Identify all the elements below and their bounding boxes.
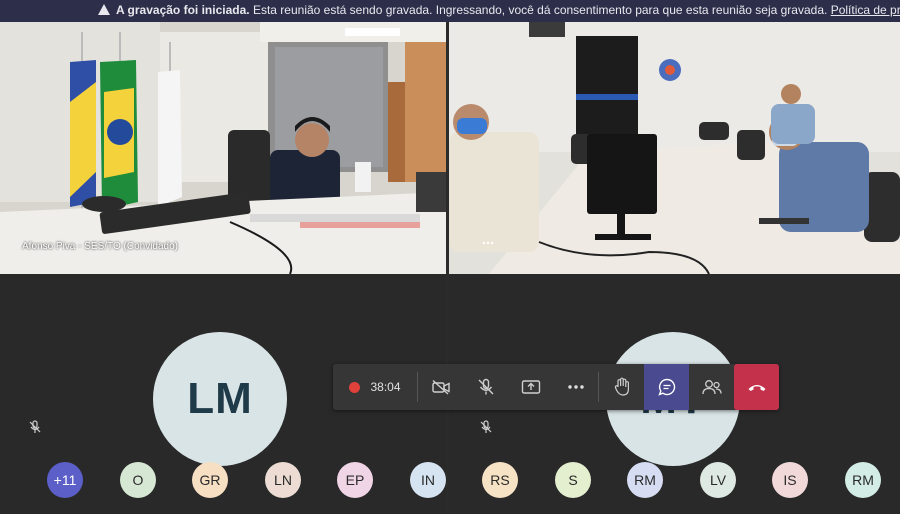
camera-toggle-button[interactable]: [418, 364, 463, 410]
recording-timer: 38:04: [370, 380, 401, 394]
mic-off-icon: [478, 378, 493, 395]
participant-chip[interactable]: LV: [700, 462, 736, 498]
warning-icon: [98, 4, 110, 15]
camera-off-icon: [431, 379, 450, 395]
participant-chip[interactable]: RM: [627, 462, 663, 498]
participant-chip[interactable]: IS: [772, 462, 808, 498]
share-tray-icon: [521, 380, 540, 394]
leave-call-button[interactable]: [734, 364, 779, 410]
participant-strip: +11 O GR LN EP IN RS S RM LV IS RM: [0, 462, 900, 500]
share-screen-button[interactable]: [508, 364, 553, 410]
controls-bar: 38:04: [333, 364, 779, 410]
recording-banner: A gravação foi iniciada. Esta reunião es…: [0, 0, 900, 22]
hang-up-icon: [748, 385, 765, 391]
more-dots-icon: [567, 385, 584, 389]
participant-chip[interactable]: LN: [265, 462, 301, 498]
chat-button[interactable]: [644, 364, 689, 410]
participants-icon: [701, 380, 722, 395]
privacy-policy-link[interactable]: Política de priv: [831, 3, 900, 17]
participant-chip[interactable]: EP: [337, 462, 373, 498]
participant-chip[interactable]: RS: [482, 462, 518, 498]
participant-chip[interactable]: S: [555, 462, 591, 498]
participant-avatar: LM: [153, 332, 287, 466]
participant-chip[interactable]: GR: [192, 462, 228, 498]
meeting-room-video-feed: [449, 22, 900, 274]
participant-chip[interactable]: O: [120, 462, 156, 498]
video-tile-right: [449, 22, 900, 274]
raise-hand-button[interactable]: [599, 364, 644, 410]
participant-chip[interactable]: RM: [845, 462, 881, 498]
participants-button[interactable]: [689, 364, 734, 410]
raise-hand-icon: [614, 377, 629, 396]
participant-name-label: Afonso Piva - SES/TO (Convidado): [22, 241, 178, 252]
video-tile-left: Afonso Piva - SES/TO (Convidado): [0, 22, 446, 274]
more-actions-button[interactable]: [553, 364, 598, 410]
chat-icon: [657, 378, 675, 396]
mic-toggle-button[interactable]: [463, 364, 508, 410]
banner-message: Esta reunião está sendo gravada. Ingress…: [252, 3, 828, 17]
meeting-controls: 38:04: [333, 364, 779, 410]
participant-chip[interactable]: IN: [410, 462, 446, 498]
meeting-stage: Afonso Piva - SES/TO (Convidado) LM: [0, 22, 900, 514]
more-dots-icon: [482, 241, 494, 245]
office-video-feed: [0, 22, 446, 274]
recording-indicator: 38:04: [333, 380, 417, 394]
mic-off-icon: [29, 420, 41, 433]
recording-dot-icon: [349, 381, 361, 393]
banner-title: A gravação foi iniciada.: [116, 3, 250, 17]
mic-off-icon: [480, 420, 492, 433]
more-participants-chip[interactable]: +11: [47, 462, 83, 498]
